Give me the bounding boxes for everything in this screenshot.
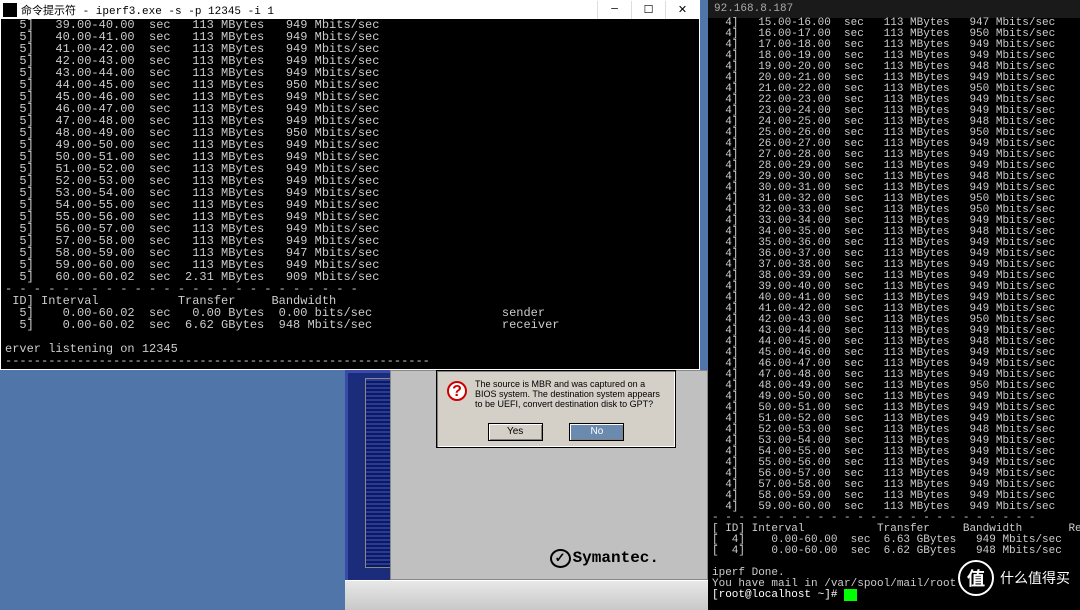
symantec-logo: Symantec. (550, 549, 659, 567)
cmd-window-left: 命令提示符 - iperf3.exe -s -p 12345 -i 1 ─ ☐ … (0, 0, 700, 370)
dialog-no-button[interactable]: No (569, 423, 624, 441)
left-titlebar[interactable]: 命令提示符 - iperf3.exe -s -p 12345 -i 1 ─ ☐ … (1, 1, 699, 19)
left-title: 命令提示符 - iperf3.exe -s -p 12345 -i 1 (21, 2, 597, 18)
ssh-window-right: 92.168.8.187 4] 15.00-16.00 sec 113 MByt… (708, 0, 1080, 610)
dialog-yes-button[interactable]: Yes (488, 423, 543, 441)
close-button[interactable]: ✕ (665, 1, 699, 19)
watermark: 值 什么值得买 (958, 560, 1070, 596)
convert-disk-dialog: ? The source is MBR and was captured on … (436, 370, 676, 448)
watermark-text: 什么值得买 (1000, 568, 1070, 588)
right-terminal[interactable]: 4] 15.00-16.00 sec 113 MBytes 947 Mbits/… (708, 18, 1080, 605)
dialog-message: The source is MBR and was captured on a … (475, 379, 667, 409)
left-terminal[interactable]: 5] 39.00-40.00 sec 113 MBytes 949 Mbits/… (1, 19, 699, 371)
maximize-button[interactable]: ☐ (631, 1, 665, 19)
right-title: 92.168.8.187 (708, 0, 1080, 18)
minimize-button[interactable]: ─ (597, 1, 631, 19)
taskbar[interactable] (345, 580, 708, 610)
question-icon: ? (447, 381, 467, 401)
cmd-icon (3, 3, 17, 17)
watermark-icon: 值 (958, 560, 994, 596)
